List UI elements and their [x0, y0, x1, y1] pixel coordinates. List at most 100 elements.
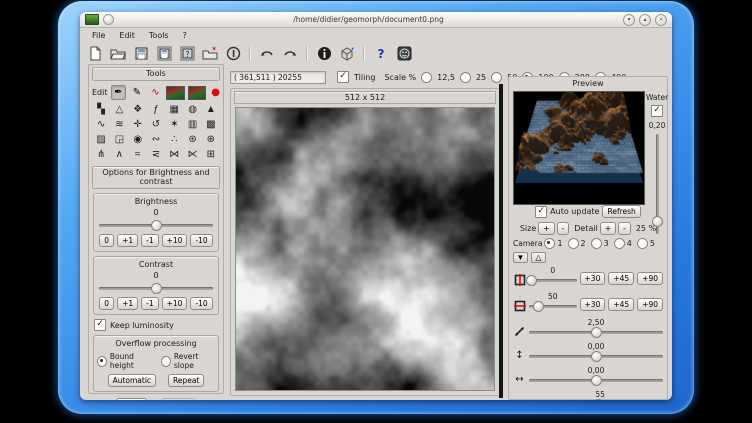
record-icon[interactable]: ● [211, 87, 220, 98]
tool-button[interactable]: ⊞ [202, 147, 220, 162]
camera-2-radio[interactable] [568, 238, 579, 249]
translate-y-slider[interactable]: 0,00 [529, 343, 663, 364]
camera-5-radio[interactable] [637, 238, 648, 249]
redo-button[interactable] [280, 44, 300, 64]
draw-tool-button[interactable]: ✒ [111, 85, 127, 100]
minimize-button[interactable]: ▾ [623, 14, 635, 26]
tool-button[interactable]: ▩ [202, 117, 220, 132]
save-as-button[interactable] [154, 44, 174, 64]
rotate-y-plus30-button[interactable]: +30 [580, 298, 606, 311]
slider-handle[interactable] [591, 351, 602, 362]
tool-button[interactable]: ▥ [183, 117, 201, 132]
slider-handle[interactable] [591, 327, 602, 338]
new-document-button[interactable] [85, 44, 105, 64]
tool-button[interactable]: ◉ [129, 132, 147, 147]
keep-luminosity-row[interactable]: ✓ Keep luminosity [94, 319, 218, 331]
tool-button[interactable]: ◍ [183, 102, 201, 117]
tool-button[interactable]: △ [110, 102, 128, 117]
menu-help[interactable]: ? [177, 30, 193, 41]
water-checkbox[interactable]: ✓ [651, 105, 663, 117]
tiling-checkbox[interactable]: ✓ [337, 71, 349, 83]
bound-height-radio[interactable] [97, 356, 107, 367]
revert-slope-radio[interactable] [161, 356, 171, 367]
flatten-down-button[interactable]: ▼ [513, 252, 528, 263]
tool-button[interactable]: ▚ [92, 102, 110, 117]
tool-button[interactable]: ✛ [129, 117, 147, 132]
brightness-plus10-button[interactable]: +10 [162, 234, 188, 247]
rotate-x-slider[interactable]: 0 [529, 267, 577, 288]
pane-splitter[interactable] [499, 84, 503, 398]
tool-button[interactable]: ⋉ [183, 147, 201, 162]
brightness-slider[interactable] [99, 217, 213, 231]
tool-button[interactable]: ∧ [110, 147, 128, 162]
contrast-slider[interactable] [99, 280, 213, 294]
contrast-plus10-button[interactable]: +10 [162, 297, 188, 310]
tool-button[interactable]: ⋜ [147, 147, 165, 162]
pencil-tool-button[interactable]: ✎ [129, 85, 145, 100]
brightness-plus1-button[interactable]: +1 [117, 234, 138, 247]
repeat-button[interactable]: Repeat [168, 374, 204, 387]
angle-slider[interactable]: 55 [537, 391, 663, 400]
brightness-0-button[interactable]: 0 [99, 234, 114, 247]
contrast-minus10-button[interactable]: -10 [190, 297, 212, 310]
tool-button[interactable]: ✶ [165, 117, 183, 132]
brightness-minus10-button[interactable]: -10 [190, 234, 212, 247]
titlebar[interactable]: /home/didier/geomorph/document0.png ▾ ▴ … [80, 12, 672, 28]
rotate-y-plus45-button[interactable]: +45 [608, 298, 634, 311]
contrast-0-button[interactable]: 0 [99, 297, 114, 310]
tool-button[interactable]: ⋔ [92, 147, 110, 162]
terrain-thumbnail-1[interactable] [166, 86, 185, 100]
slider-handle[interactable] [533, 301, 544, 312]
raise-up-button[interactable]: △ [531, 252, 546, 263]
rotate-y-plus90-button[interactable]: +90 [637, 298, 663, 311]
document-info-button[interactable] [314, 44, 334, 64]
tool-button[interactable]: ƒ [147, 102, 165, 117]
open-recent-button[interactable]: ✶ [200, 44, 220, 64]
slider-handle[interactable] [151, 283, 162, 294]
rotate-x-plus30-button[interactable]: +30 [580, 272, 606, 285]
tool-button[interactable]: ∾ [147, 132, 165, 147]
automatic-button[interactable]: Automatic [108, 374, 156, 387]
slider-handle[interactable] [591, 375, 602, 386]
undo-button[interactable] [257, 44, 277, 64]
save-button[interactable] [131, 44, 151, 64]
preview-3d-view[interactable] [513, 91, 645, 205]
camera-1-radio[interactable] [544, 238, 555, 249]
water-slider[interactable] [646, 134, 668, 234]
tool-button[interactable]: ❖ [129, 102, 147, 117]
rotate-x-plus90-button[interactable]: +90 [637, 272, 663, 285]
refresh-button[interactable]: Refresh [602, 205, 640, 218]
size-plus-button[interactable]: + [538, 222, 554, 235]
about-button[interactable] [394, 44, 414, 64]
brightness-minus1-button[interactable]: -1 [141, 234, 158, 247]
rotate-x-plus45-button[interactable]: +45 [608, 272, 634, 285]
terrain-thumbnail-2[interactable] [188, 86, 207, 100]
camera-4-radio[interactable] [614, 238, 625, 249]
maximize-button[interactable]: ▴ [639, 14, 651, 26]
tool-button[interactable]: ▨ [92, 132, 110, 147]
reset-button[interactable]: Reset [116, 398, 147, 400]
scale-50-radio[interactable] [491, 72, 502, 83]
detail-plus-button[interactable]: + [600, 222, 616, 235]
tool-button[interactable]: ≋ [110, 117, 128, 132]
menu-file[interactable]: File [86, 30, 111, 41]
tool-button[interactable]: ▲ [202, 102, 220, 117]
tool-button[interactable]: ◲ [110, 132, 128, 147]
slider-handle[interactable] [526, 275, 537, 286]
keep-luminosity-checkbox[interactable]: ✓ [94, 319, 106, 331]
menu-tools[interactable]: Tools [143, 30, 175, 41]
wave-tool-button[interactable]: ∿ [148, 85, 164, 100]
zoom-slider[interactable]: 2,50 [529, 319, 663, 340]
transform-3d-button[interactable] [337, 44, 357, 64]
scale-12-radio[interactable] [421, 72, 432, 83]
close-button[interactable]: × [655, 14, 667, 26]
slider-handle[interactable] [151, 220, 162, 231]
tool-button[interactable]: ↺ [147, 117, 165, 132]
tool-button[interactable]: ∿ [92, 117, 110, 132]
auto-update-checkbox[interactable]: ✓ [535, 206, 547, 218]
tool-button[interactable]: ⋈ [165, 147, 183, 162]
document-stats-button[interactable] [223, 44, 243, 64]
contrast-minus1-button[interactable]: -1 [141, 297, 158, 310]
tool-button[interactable]: ∴ [165, 132, 183, 147]
size-minus-button[interactable]: - [557, 222, 570, 235]
